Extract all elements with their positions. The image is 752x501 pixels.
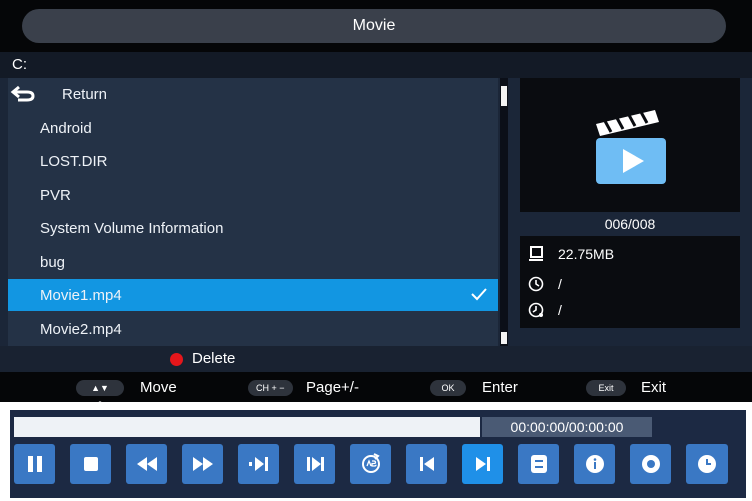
delete-label[interactable]: Delete bbox=[192, 350, 235, 367]
list-item[interactable]: Movie2.mp4 bbox=[8, 313, 498, 345]
pause-icon bbox=[27, 456, 42, 472]
arrow-keys-icon: ▲▼ ◀▶ bbox=[76, 380, 124, 402]
check-icon bbox=[471, 288, 487, 301]
clock-button[interactable] bbox=[686, 444, 728, 484]
list-item-return[interactable]: Return bbox=[8, 78, 498, 110]
info-button[interactable] bbox=[574, 444, 615, 484]
preview-panel bbox=[520, 78, 740, 212]
stop-icon bbox=[83, 457, 98, 471]
duration-value: / bbox=[558, 276, 562, 292]
file-size-row: 22.75MB bbox=[520, 242, 740, 266]
ch-key-icon: CH + − bbox=[248, 380, 293, 396]
file-counter: 006/008 bbox=[604, 216, 656, 232]
next-icon bbox=[475, 457, 490, 471]
duration-row: / bbox=[520, 272, 740, 296]
file-list: Return Android LOST.DIR PVR System Volum… bbox=[8, 78, 498, 346]
repeat-ab-icon bbox=[361, 453, 380, 473]
pause-button[interactable] bbox=[14, 444, 55, 484]
list-item[interactable]: LOST.DIR bbox=[8, 145, 498, 177]
path-row: C: bbox=[0, 52, 752, 78]
list-item-label: LOST.DIR bbox=[40, 152, 108, 170]
file-size-icon bbox=[529, 246, 543, 261]
slow-forward-button[interactable] bbox=[238, 444, 279, 484]
list-item[interactable]: System Volume Information bbox=[8, 212, 498, 244]
current-path: C: bbox=[12, 56, 27, 73]
list-item-selected[interactable]: Movie1.mp4 bbox=[8, 279, 498, 311]
date-row: / bbox=[520, 298, 740, 322]
next-button[interactable] bbox=[462, 444, 503, 484]
file-info-panel: 22.75MB / / bbox=[520, 236, 740, 328]
page-label: Page+/- bbox=[306, 379, 359, 396]
previous-button[interactable] bbox=[406, 444, 447, 484]
fast-forward-button[interactable] bbox=[182, 444, 223, 484]
list-item[interactable]: PVR bbox=[8, 179, 498, 211]
list-item-label: bug bbox=[40, 253, 66, 271]
step-forward-button[interactable] bbox=[294, 444, 335, 484]
list-item-label: Return bbox=[62, 85, 108, 103]
exit-label: Exit bbox=[641, 379, 667, 396]
scrollbar-thumb-top[interactable] bbox=[501, 86, 507, 106]
list-item[interactable]: bug bbox=[8, 246, 498, 278]
settings-icon bbox=[641, 455, 660, 473]
scrollbar[interactable] bbox=[500, 78, 508, 346]
progress-bar[interactable] bbox=[14, 417, 480, 437]
clock-date-icon bbox=[528, 302, 544, 318]
list-item-label: Movie2.mp4 bbox=[40, 320, 122, 338]
rewind-icon bbox=[136, 457, 157, 471]
date-value: / bbox=[558, 302, 562, 318]
list-item-label: Android bbox=[40, 119, 92, 137]
exit-key-icon: Exit bbox=[586, 380, 626, 396]
tv-screen: Movie C: Return Android LOST.DIR PVR Sys… bbox=[0, 0, 752, 402]
info-icon bbox=[585, 455, 604, 473]
rewind-button[interactable] bbox=[126, 444, 167, 484]
settings-button[interactable] bbox=[630, 444, 671, 484]
title-bar: Movie bbox=[0, 0, 752, 52]
list-item[interactable]: Android bbox=[8, 112, 498, 144]
delete-bar bbox=[0, 346, 752, 372]
slow-forward-icon bbox=[248, 457, 268, 471]
red-button-icon bbox=[170, 353, 183, 366]
list-item-label: PVR bbox=[40, 186, 71, 204]
stop-button[interactable] bbox=[70, 444, 111, 484]
file-size-value: 22.75MB bbox=[558, 246, 615, 262]
scrollbar-thumb-bottom[interactable] bbox=[501, 332, 507, 344]
clock-icon bbox=[528, 276, 544, 292]
page-title: Movie bbox=[352, 17, 396, 34]
playlist-button[interactable] bbox=[518, 444, 559, 484]
clock-icon bbox=[698, 455, 716, 473]
previous-icon bbox=[419, 457, 434, 471]
title-pill: Movie bbox=[22, 9, 726, 43]
playlist-icon bbox=[530, 455, 547, 473]
clapperboard-play-icon bbox=[596, 110, 666, 184]
return-icon bbox=[10, 85, 35, 102]
fast-forward-icon bbox=[192, 457, 213, 471]
list-item-label: Movie1.mp4 bbox=[40, 286, 122, 304]
repeat-ab-button[interactable] bbox=[350, 444, 391, 484]
ok-key-icon: OK bbox=[430, 380, 466, 396]
move-label: Move bbox=[140, 379, 177, 396]
enter-label: Enter bbox=[482, 379, 518, 396]
time-display: 00:00:00/00:00:00 bbox=[482, 417, 652, 437]
list-item-label: System Volume Information bbox=[40, 219, 224, 237]
step-forward-icon bbox=[306, 457, 324, 471]
